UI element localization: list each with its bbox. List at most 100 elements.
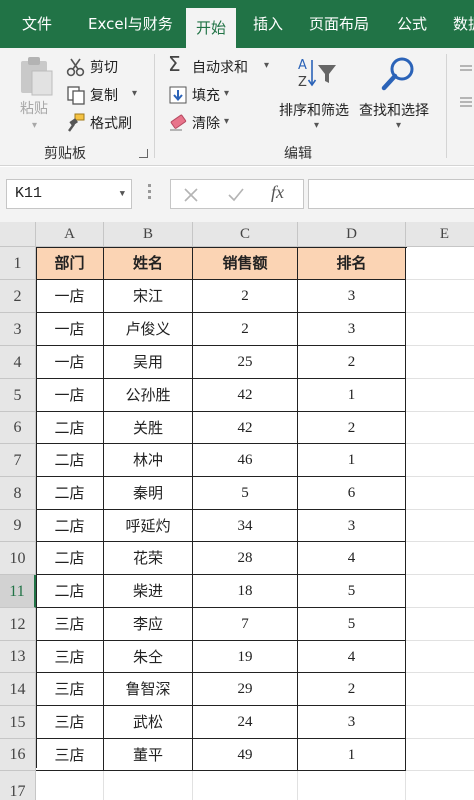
table-cell[interactable]: 二店 <box>36 542 104 575</box>
table-cell[interactable]: 4 <box>298 641 406 673</box>
table-cell[interactable]: 朱仝 <box>104 641 193 673</box>
table-cell[interactable]: 42 <box>193 379 298 412</box>
table-cell[interactable]: 关胜 <box>104 412 193 444</box>
table-cell[interactable]: 三店 <box>36 673 104 706</box>
fill-button[interactable]: 填充 ▾ <box>168 84 248 106</box>
table-cell[interactable]: 柴进 <box>104 575 193 608</box>
column-header[interactable]: B <box>104 222 193 247</box>
tab-excel-finance[interactable]: Excel与财务 <box>88 0 173 48</box>
paste-button[interactable]: 粘贴 ▾ <box>14 54 58 134</box>
table-cell[interactable]: 6 <box>298 477 406 510</box>
table-cell[interactable]: 25 <box>193 346 298 379</box>
insert-function-icon[interactable]: fx <box>271 182 284 203</box>
table-cell[interactable]: 3 <box>298 313 406 346</box>
table-cell[interactable]: 3 <box>298 706 406 739</box>
empty-cell[interactable] <box>406 771 474 800</box>
table-cell[interactable]: 武松 <box>104 706 193 739</box>
table-cell[interactable]: 呼延灼 <box>104 510 193 542</box>
table-header-cell[interactable]: 销售额 <box>193 247 298 280</box>
table-cell[interactable]: 一店 <box>36 379 104 412</box>
empty-cell[interactable] <box>36 771 104 800</box>
empty-cell[interactable] <box>406 608 474 641</box>
column-header[interactable]: D <box>298 222 406 247</box>
row-header[interactable]: 14 <box>0 673 36 706</box>
table-cell[interactable]: 秦明 <box>104 477 193 510</box>
clear-button[interactable]: 清除 ▾ <box>168 112 248 134</box>
table-cell[interactable]: 三店 <box>36 739 104 771</box>
table-cell[interactable]: 28 <box>193 542 298 575</box>
table-cell[interactable]: 19 <box>193 641 298 673</box>
table-cell[interactable]: 二店 <box>36 444 104 477</box>
chevron-down-icon[interactable]: ▼ <box>120 180 125 208</box>
table-cell[interactable]: 3 <box>298 280 406 313</box>
column-header[interactable]: A <box>36 222 104 247</box>
table-cell[interactable]: 一店 <box>36 346 104 379</box>
table-cell[interactable]: 一店 <box>36 280 104 313</box>
row-header[interactable]: 1 <box>0 247 36 280</box>
table-cell[interactable]: 卢俊义 <box>104 313 193 346</box>
column-header[interactable]: C <box>193 222 298 247</box>
empty-cell[interactable] <box>193 771 298 800</box>
table-cell[interactable]: 29 <box>193 673 298 706</box>
empty-cell[interactable] <box>406 641 474 673</box>
select-all-corner[interactable] <box>0 222 36 247</box>
empty-cell[interactable] <box>406 510 474 542</box>
table-cell[interactable]: 三店 <box>36 706 104 739</box>
table-cell[interactable]: 24 <box>193 706 298 739</box>
row-header[interactable]: 2 <box>0 280 36 313</box>
table-cell[interactable]: 34 <box>193 510 298 542</box>
column-header[interactable]: E <box>406 222 474 247</box>
table-cell[interactable]: 2 <box>298 412 406 444</box>
table-cell[interactable]: 1 <box>298 444 406 477</box>
table-cell[interactable]: 2 <box>298 673 406 706</box>
empty-cell[interactable] <box>406 412 474 444</box>
name-box[interactable]: K11 ▼ <box>6 179 132 209</box>
empty-cell[interactable] <box>406 542 474 575</box>
empty-cell[interactable] <box>406 673 474 706</box>
table-cell[interactable]: 2 <box>193 313 298 346</box>
table-cell[interactable]: 5 <box>298 608 406 641</box>
table-cell[interactable]: 7 <box>193 608 298 641</box>
table-header-cell[interactable]: 排名 <box>298 247 406 280</box>
empty-cell[interactable] <box>104 771 193 800</box>
table-cell[interactable]: 鲁智深 <box>104 673 193 706</box>
find-select-button[interactable]: 查找和选择 ▾ <box>358 54 442 138</box>
table-cell[interactable]: 5 <box>298 575 406 608</box>
table-cell[interactable]: 公孙胜 <box>104 379 193 412</box>
tab-formulas[interactable]: 公式 <box>397 0 427 48</box>
table-cell[interactable]: 42 <box>193 412 298 444</box>
row-header[interactable]: 11 <box>0 575 36 608</box>
table-cell[interactable]: 一店 <box>36 313 104 346</box>
table-cell[interactable]: 1 <box>298 739 406 771</box>
table-cell[interactable]: 4 <box>298 542 406 575</box>
empty-cell[interactable] <box>406 313 474 346</box>
empty-cell[interactable] <box>406 706 474 739</box>
row-header[interactable]: 6 <box>0 412 36 444</box>
table-cell[interactable]: 49 <box>193 739 298 771</box>
empty-cell[interactable] <box>298 771 406 800</box>
table-cell[interactable]: 宋江 <box>104 280 193 313</box>
row-header[interactable]: 15 <box>0 706 36 739</box>
row-header[interactable]: 17 <box>0 771 36 800</box>
row-header[interactable]: 10 <box>0 542 36 575</box>
tab-insert[interactable]: 插入 <box>253 0 283 48</box>
empty-cell[interactable] <box>406 247 474 280</box>
row-header[interactable]: 7 <box>0 444 36 477</box>
row-header[interactable]: 5 <box>0 379 36 412</box>
table-cell[interactable]: 3 <box>298 510 406 542</box>
cancel-x-icon[interactable] <box>183 187 199 203</box>
autosum-button[interactable]: Σ 自动求和 ▾ <box>168 52 280 78</box>
dialog-launcher-icon[interactable] <box>139 149 148 158</box>
table-cell[interactable]: 吴用 <box>104 346 193 379</box>
copy-button[interactable]: 复制 ▾ <box>64 84 144 106</box>
table-cell[interactable]: 董平 <box>104 739 193 771</box>
tab-file[interactable]: 文件 <box>22 0 52 48</box>
table-cell[interactable]: 三店 <box>36 608 104 641</box>
table-cell[interactable]: 李应 <box>104 608 193 641</box>
table-cell[interactable]: 三店 <box>36 641 104 673</box>
table-cell[interactable]: 2 <box>298 346 406 379</box>
table-cell[interactable]: 二店 <box>36 510 104 542</box>
row-header[interactable]: 8 <box>0 477 36 510</box>
empty-cell[interactable] <box>406 739 474 771</box>
row-header[interactable]: 16 <box>0 739 36 771</box>
